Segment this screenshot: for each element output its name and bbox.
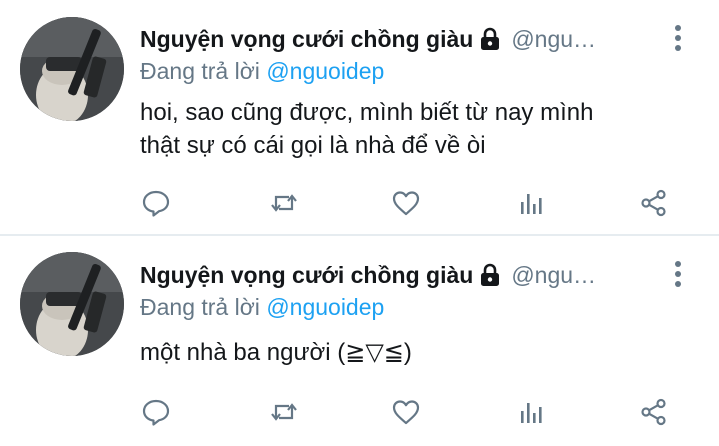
tweet[interactable]: Nguyện vọng cưới chồng giàu @ngu… Đang t… — [0, 236, 719, 446]
like-button[interactable] — [386, 395, 426, 429]
handle[interactable]: @ngu… — [511, 26, 596, 53]
tweet-text: hoi, sao cũng được, mình biết từ nay mìn… — [140, 96, 700, 162]
tweet-text-line: hoi, sao cũng được, mình biết từ nay mìn… — [140, 99, 594, 126]
avatar[interactable] — [20, 17, 124, 121]
share-button[interactable] — [634, 395, 674, 429]
retweet-button[interactable] — [264, 395, 304, 429]
retweet-icon — [271, 403, 297, 421]
reply-prefix: Đang trả lời — [140, 294, 267, 320]
replying-to: Đang trả lời @nguoidep — [140, 294, 384, 321]
analytics-icon — [521, 194, 542, 214]
tweet-text-line: thật sự có cái gọi là nhà để về òi — [140, 132, 486, 159]
more-vertical-icon[interactable] — [668, 258, 688, 290]
analytics-button[interactable] — [511, 186, 551, 220]
tweet-header: Nguyện vọng cưới chồng giàu @ngu… — [140, 258, 596, 292]
analytics-icon — [521, 403, 542, 423]
tweet-header: Nguyện vọng cưới chồng giàu @ngu… — [140, 22, 596, 56]
more-vertical-icon[interactable] — [668, 22, 688, 54]
avatar-image — [20, 252, 124, 356]
tweet-text-line: một nhà ba người (≧▽≦) — [140, 339, 412, 366]
action-bar — [136, 395, 684, 429]
like-button[interactable] — [386, 186, 426, 220]
tweet[interactable]: Nguyện vọng cưới chồng giàu @ngu… Đang t… — [0, 0, 719, 234]
tweet-text: một nhà ba người (≧▽≦) — [140, 336, 700, 369]
reply-prefix: Đang trả lời — [140, 58, 267, 84]
avatar[interactable] — [20, 252, 124, 356]
analytics-button[interactable] — [511, 395, 551, 429]
share-button[interactable] — [634, 186, 674, 220]
mention-link[interactable]: @nguoidep — [266, 294, 384, 320]
heart-icon — [392, 191, 420, 216]
avatar-image — [20, 17, 124, 121]
heart-icon — [392, 400, 420, 425]
action-bar — [136, 186, 684, 220]
display-name[interactable]: Nguyện vọng cưới chồng giàu — [140, 26, 473, 53]
share-icon — [641, 189, 666, 217]
replying-to: Đang trả lời @nguoidep — [140, 58, 384, 85]
retweet-icon — [271, 194, 297, 212]
lock-icon — [479, 263, 501, 287]
handle[interactable]: @ngu… — [511, 262, 596, 289]
reply-icon — [142, 399, 170, 426]
share-icon — [641, 398, 666, 426]
display-name[interactable]: Nguyện vọng cưới chồng giàu — [140, 262, 473, 289]
retweet-button[interactable] — [264, 186, 304, 220]
reply-button[interactable] — [136, 186, 176, 220]
lock-icon — [479, 27, 501, 51]
reply-button[interactable] — [136, 395, 176, 429]
mention-link[interactable]: @nguoidep — [266, 58, 384, 84]
reply-icon — [142, 190, 170, 217]
